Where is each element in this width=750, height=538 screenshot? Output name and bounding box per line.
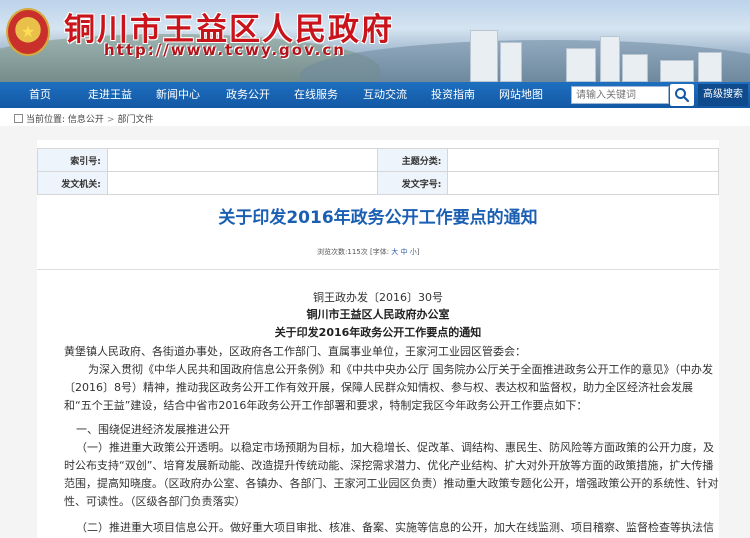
banner-city-skyline <box>360 22 750 82</box>
site-url: http://www.tcwy.gov.cn <box>104 41 346 59</box>
article-info-bar: 浏览次数:115次 [字体: 大 中 小] <box>317 247 420 257</box>
breadcrumb-label: 当前位置: <box>26 115 66 125</box>
nav-item-interaction[interactable]: 互动交流 <box>363 82 407 108</box>
paragraph-salutation: 黄堡镇人民政府、各街道办事处，区政府各工作部门、直属事业单位，王家河工业园区管委… <box>64 345 526 358</box>
nav-item-sitemap[interactable]: 网站地图 <box>499 82 543 108</box>
breadcrumb-separator: > <box>106 115 115 125</box>
paragraph-item-2: （二）推进重大项目信息公开。做好重大项目审批、核准、备案、实施等信息的公开，加大… <box>76 521 714 534</box>
font-size-close: ] <box>416 248 420 256</box>
document-number: 铜王政办发〔2016〕30号 <box>313 291 443 304</box>
search-icon <box>675 88 690 103</box>
nav-item-news[interactable]: 新闻中心 <box>156 82 200 108</box>
nav-item-online-service[interactable]: 在线服务 <box>294 82 338 108</box>
nav-item-investment[interactable]: 投资指南 <box>431 82 475 108</box>
header-banner: ★ 铜川市王益区人民政府 http://www.tcwy.gov.cn <box>0 0 750 82</box>
meta-index-label: 索引号: <box>37 148 108 172</box>
nav-item-about[interactable]: 走进王益 <box>88 82 132 108</box>
meta-issuer-label: 发文机关: <box>37 171 108 195</box>
nav-item-home[interactable]: 首页 <box>29 82 51 108</box>
meta-category-value <box>447 148 719 172</box>
national-emblem-icon: ★ <box>6 8 50 56</box>
paragraph-item-1: （一）推进重大政策公开透明。以稳定市场预期为目标，加大稳增长、促改革、调结构、惠… <box>64 441 719 508</box>
divider <box>37 269 719 270</box>
meta-category-label: 主题分类: <box>377 148 449 172</box>
breadcrumb-item-dept-docs[interactable]: 部门文件 <box>117 115 153 125</box>
advanced-search-button[interactable]: 高级搜索 <box>698 84 748 106</box>
meta-docno-label: 发文字号: <box>377 171 449 195</box>
breadcrumb-item-info[interactable]: 信息公开 <box>68 115 104 125</box>
font-size-large[interactable]: 大 <box>391 248 398 256</box>
font-size-label: [字体: <box>369 248 390 256</box>
breadcrumb: 当前位置: 信息公开 > 部门文件 <box>14 112 154 125</box>
search-input[interactable] <box>571 86 669 104</box>
meta-index-value <box>106 148 379 172</box>
meta-docno-value <box>447 171 719 195</box>
document-issuer: 铜川市王益区人民政府办公室 <box>306 308 450 321</box>
document-subtitle: 关于印发2016年政务公开工作要点的通知 <box>274 326 482 339</box>
article-title: 关于印发2016年政务公开工作要点的通知 <box>218 208 538 228</box>
meta-issuer-value <box>106 171 379 195</box>
views-label: 浏览次数: <box>317 248 348 256</box>
views-count: 115次 <box>347 248 368 256</box>
font-size-medium[interactable]: 中 <box>401 248 408 256</box>
search-button[interactable] <box>670 84 694 106</box>
home-icon <box>14 114 23 123</box>
document-meta-table: 索引号: 主题分类: 发文机关: 发文字号: <box>37 148 719 195</box>
paragraph-intro: 为深入贯彻《中华人民共和国政府信息公开条例》和《中共中央办公厅 国务院办公厅关于… <box>64 363 713 412</box>
nav-item-gov-affairs[interactable]: 政务公开 <box>226 82 270 108</box>
paragraph-section-1: 一、围绕促进经济发展推进公开 <box>76 423 230 436</box>
font-size-small[interactable]: 小 <box>410 248 417 256</box>
